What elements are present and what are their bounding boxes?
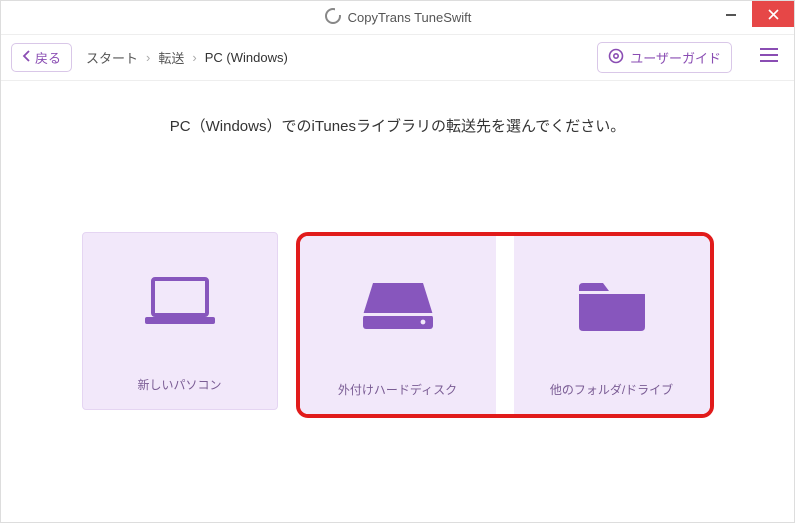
card-label: 他のフォルダ/ドライブ xyxy=(550,381,673,398)
breadcrumb-item[interactable]: 転送 xyxy=(158,48,184,67)
destination-cards: 新しいパソコン 外付けハードディスク xyxy=(82,232,714,418)
chevron-right-icon: › xyxy=(192,50,196,65)
page-heading: PC（Windows）でのiTunesライブラリの転送先を選んでください。 xyxy=(170,115,625,136)
breadcrumb-item-current: PC (Windows) xyxy=(205,50,288,65)
titlebar: CopyTrans TuneSwift xyxy=(1,1,794,35)
toolbar: 戻る スタート › 転送 › PC (Windows) ユーザーガイド xyxy=(1,35,794,81)
folder-icon xyxy=(575,236,649,373)
back-label: 戻る xyxy=(35,48,61,67)
user-guide-label: ユーザーガイド xyxy=(630,48,721,67)
back-button[interactable]: 戻る xyxy=(11,43,72,72)
card-label: 新しいパソコン xyxy=(137,376,221,393)
app-window: CopyTrans TuneSwift 戻る スタート › 転送 › PC (W… xyxy=(0,0,795,523)
card-external-hdd[interactable]: 外付けハードディスク xyxy=(300,236,496,414)
chevron-left-icon xyxy=(22,50,31,65)
chevron-right-icon: › xyxy=(146,50,150,65)
app-title-group: CopyTrans TuneSwift xyxy=(324,7,472,28)
laptop-icon xyxy=(141,233,219,368)
card-new-pc[interactable]: 新しいパソコン xyxy=(82,232,278,410)
app-title: CopyTrans TuneSwift xyxy=(348,10,472,25)
external-drive-icon xyxy=(359,236,437,373)
menu-button[interactable] xyxy=(754,43,784,73)
content-area: PC（Windows）でのiTunesライブラリの転送先を選んでください。 新し… xyxy=(1,81,794,522)
card-other-folder[interactable]: 他のフォルダ/ドライブ xyxy=(514,236,710,414)
highlighted-group: 外付けハードディスク 他のフォルダ/ドライブ xyxy=(296,232,714,418)
breadcrumb: スタート › 転送 › PC (Windows) xyxy=(86,48,288,67)
close-button[interactable] xyxy=(752,1,794,27)
window-controls xyxy=(710,1,794,27)
app-logo-icon xyxy=(324,7,342,28)
breadcrumb-item[interactable]: スタート xyxy=(86,48,138,67)
help-icon xyxy=(608,48,624,67)
minimize-button[interactable] xyxy=(710,1,752,27)
hamburger-icon xyxy=(760,48,778,67)
user-guide-button[interactable]: ユーザーガイド xyxy=(597,42,732,73)
card-label: 外付けハードディスク xyxy=(338,381,457,398)
